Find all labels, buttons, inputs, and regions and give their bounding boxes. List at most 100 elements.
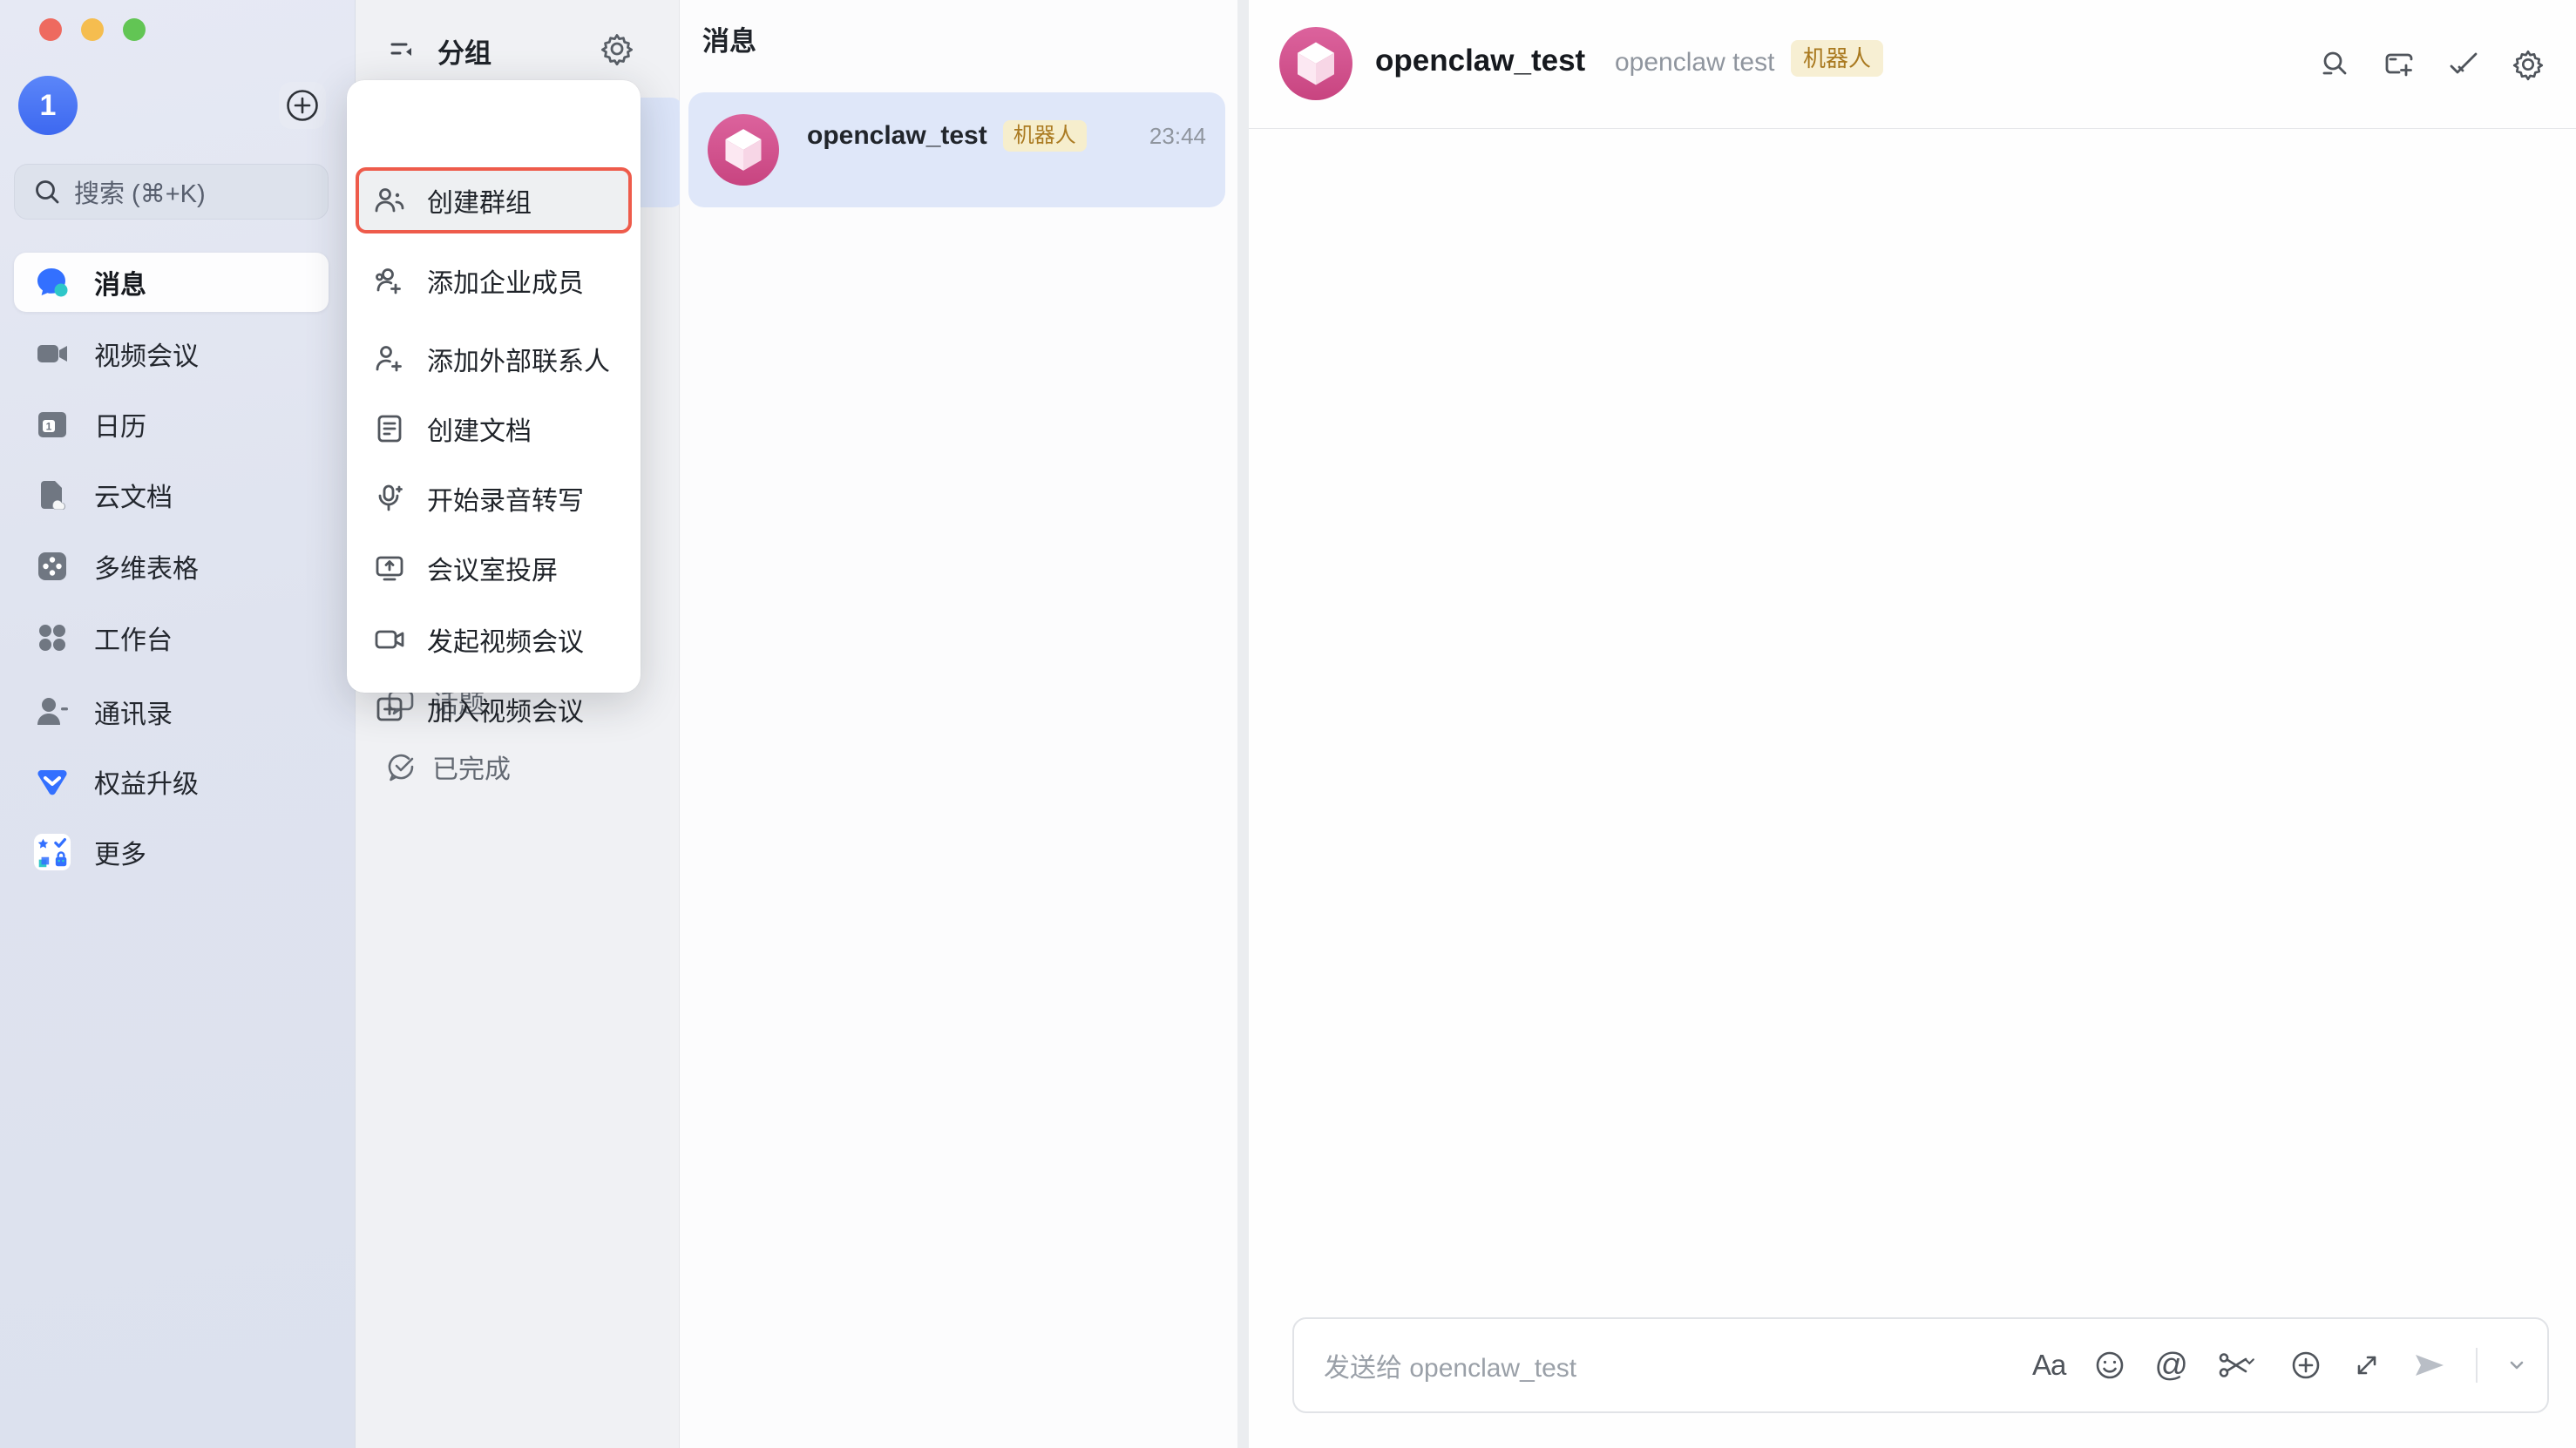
sidebar-item-calendar[interactable]: 1 日历 [14,395,329,454]
grid-table-icon [33,547,71,585]
sidebar-item-messages[interactable]: 消息 [14,253,329,312]
menu-item-add-external-contact[interactable]: 添加外部联系人 [356,326,632,392]
expand-composer-icon[interactable] [2350,1346,2383,1384]
app-window: 1 搜索 (⌘+K) [0,0,2576,1448]
chat-panel: openclaw_test openclaw test 机器人 [1249,0,2576,1448]
menu-item-label: 会议室投屏 [427,549,558,587]
screen-cast-icon [373,551,406,585]
menu-item-label: 创建群组 [427,181,532,220]
search-input[interactable]: 搜索 (⌘+K) [14,164,329,220]
sidebar-item-label: 日历 [94,405,146,443]
message-composer[interactable]: 发送给 openclaw_test Aa @ [1292,1317,2549,1413]
zoom-window-button[interactable] [123,18,146,41]
sidebar-item-base[interactable]: 多维表格 [14,537,329,596]
add-member-icon [373,264,406,297]
sidebar-item-label: 视频会议 [94,335,199,373]
chat-bubble-icon [33,263,71,301]
cloud-doc-icon [33,476,71,514]
menu-item-join-video-meeting[interactable]: 加入视频会议 [356,676,632,742]
group-item-done[interactable]: 已完成 [356,739,680,795]
menu-item-create-group[interactable]: 创建群组 [356,167,632,233]
sidebar-item-contacts[interactable]: 通讯录 [14,682,329,741]
join-video-meeting-icon [373,693,406,726]
close-window-button[interactable] [39,18,62,41]
sidebar-item-label: 多维表格 [94,547,199,585]
workbench-icon [33,619,71,657]
chat-header: openclaw_test openclaw test 机器人 [1249,0,2576,129]
video-camera-icon [33,335,71,373]
menu-item-start-video-meeting[interactable]: 发起视频会议 [356,606,632,673]
menu-item-record-transcribe[interactable]: 开始录音转写 [356,465,632,531]
mention-icon[interactable]: @ [2154,1346,2188,1384]
search-placeholder: 搜索 (⌘+K) [74,173,206,210]
sidebar-item-more[interactable]: 更多 [14,822,329,882]
message-history-area [1249,130,2576,1317]
bot-badge: 机器人 [1003,120,1087,152]
user-avatar[interactable]: 1 [18,76,78,135]
menu-item-label: 开始录音转写 [427,479,584,518]
groups-settings-gear-icon[interactable] [600,31,634,66]
chat-settings-gear-icon[interactable] [2512,48,2545,81]
composer-toolbar: Aa @ [2032,1319,2528,1411]
send-icon[interactable] [2411,1346,2448,1384]
menu-item-label: 发起视频会议 [427,620,584,659]
send-options-divider [2476,1348,2478,1383]
upgrade-diamond-icon [33,762,71,801]
search-in-chat-icon[interactable] [2318,48,2351,81]
contacts-icon [33,693,71,731]
menu-item-create-doc[interactable]: 创建文档 [356,396,632,462]
start-video-meeting-icon [373,623,406,656]
chat-avatar[interactable] [1279,27,1352,100]
menu-item-screen-cast[interactable]: 会议室投屏 [356,535,632,601]
bot-badge: 机器人 [1791,40,1883,77]
menu-item-label: 添加企业成员 [427,261,584,300]
add-button[interactable] [279,82,326,129]
composer-placeholder: 发送给 openclaw_test [1324,1319,1576,1411]
groups-panel-title: 分组 [437,31,491,71]
chat-title: openclaw_test [1375,44,1585,78]
plus-circle-icon [283,86,322,125]
send-options-chevron-icon[interactable] [2505,1346,2528,1384]
sidebar-item-workbench[interactable]: 工作台 [14,608,329,667]
svg-text:1: 1 [46,421,52,433]
chat-header-actions [2318,0,2545,129]
calendar-icon: 1 [33,405,71,443]
text-format-icon[interactable]: Aa [2032,1346,2065,1384]
collapse-sidebar-icon[interactable] [387,35,418,66]
emoji-icon[interactable] [2093,1346,2126,1384]
more-attachments-icon[interactable] [2289,1346,2322,1384]
sidebar-item-label: 消息 [94,263,146,301]
add-external-contact-icon [373,342,406,376]
menu-item-label: 创建文档 [427,409,532,448]
chat-list-title: 消息 [702,19,756,58]
groups-panel-header: 分组 [356,26,680,75]
window-controls [39,18,146,41]
sidebar: 1 搜索 (⌘+K) [0,0,356,1448]
minimize-window-button[interactable] [81,18,104,41]
create-doc-icon [373,412,406,445]
add-to-group-icon[interactable] [2383,48,2416,81]
sidebar-item-label: 权益升级 [94,762,199,801]
conversation-item[interactable]: openclaw_test 机器人 23:44 [688,92,1225,207]
sidebar-item-label: 更多 [94,833,146,871]
panel-resize-divider[interactable] [1237,0,1249,1448]
chat-list-panel: 消息 openclaw_test 机器人 23:44 [680,0,1237,1448]
create-context-menu: 创建群组 添加企业成员 添加外部联系人 [347,80,641,693]
sidebar-item-cloud-docs[interactable]: 云文档 [14,465,329,524]
conversation-row: openclaw_test 机器人 23:44 [807,117,1206,155]
mark-read-check-icon[interactable] [2447,48,2480,81]
chat-subtitle: openclaw test [1615,48,1774,78]
menu-item-label: 添加外部联系人 [427,340,610,378]
sidebar-item-label: 云文档 [94,476,173,514]
sidebar-item-video-meeting[interactable]: 视频会议 [14,324,329,383]
cube-logo-icon [1279,27,1352,100]
sidebar-item-upgrade[interactable]: 权益升级 [14,752,329,811]
menu-item-add-member[interactable]: 添加企业成员 [356,247,632,314]
sidebar-item-label: 工作台 [94,619,173,657]
screenshot-scissors-icon[interactable] [2216,1346,2261,1384]
create-group-icon [373,184,406,217]
more-apps-icon [33,833,71,871]
cube-logo-icon [708,114,779,186]
user-avatar-label: 1 [40,89,57,123]
menu-item-label: 加入视频会议 [427,690,584,728]
